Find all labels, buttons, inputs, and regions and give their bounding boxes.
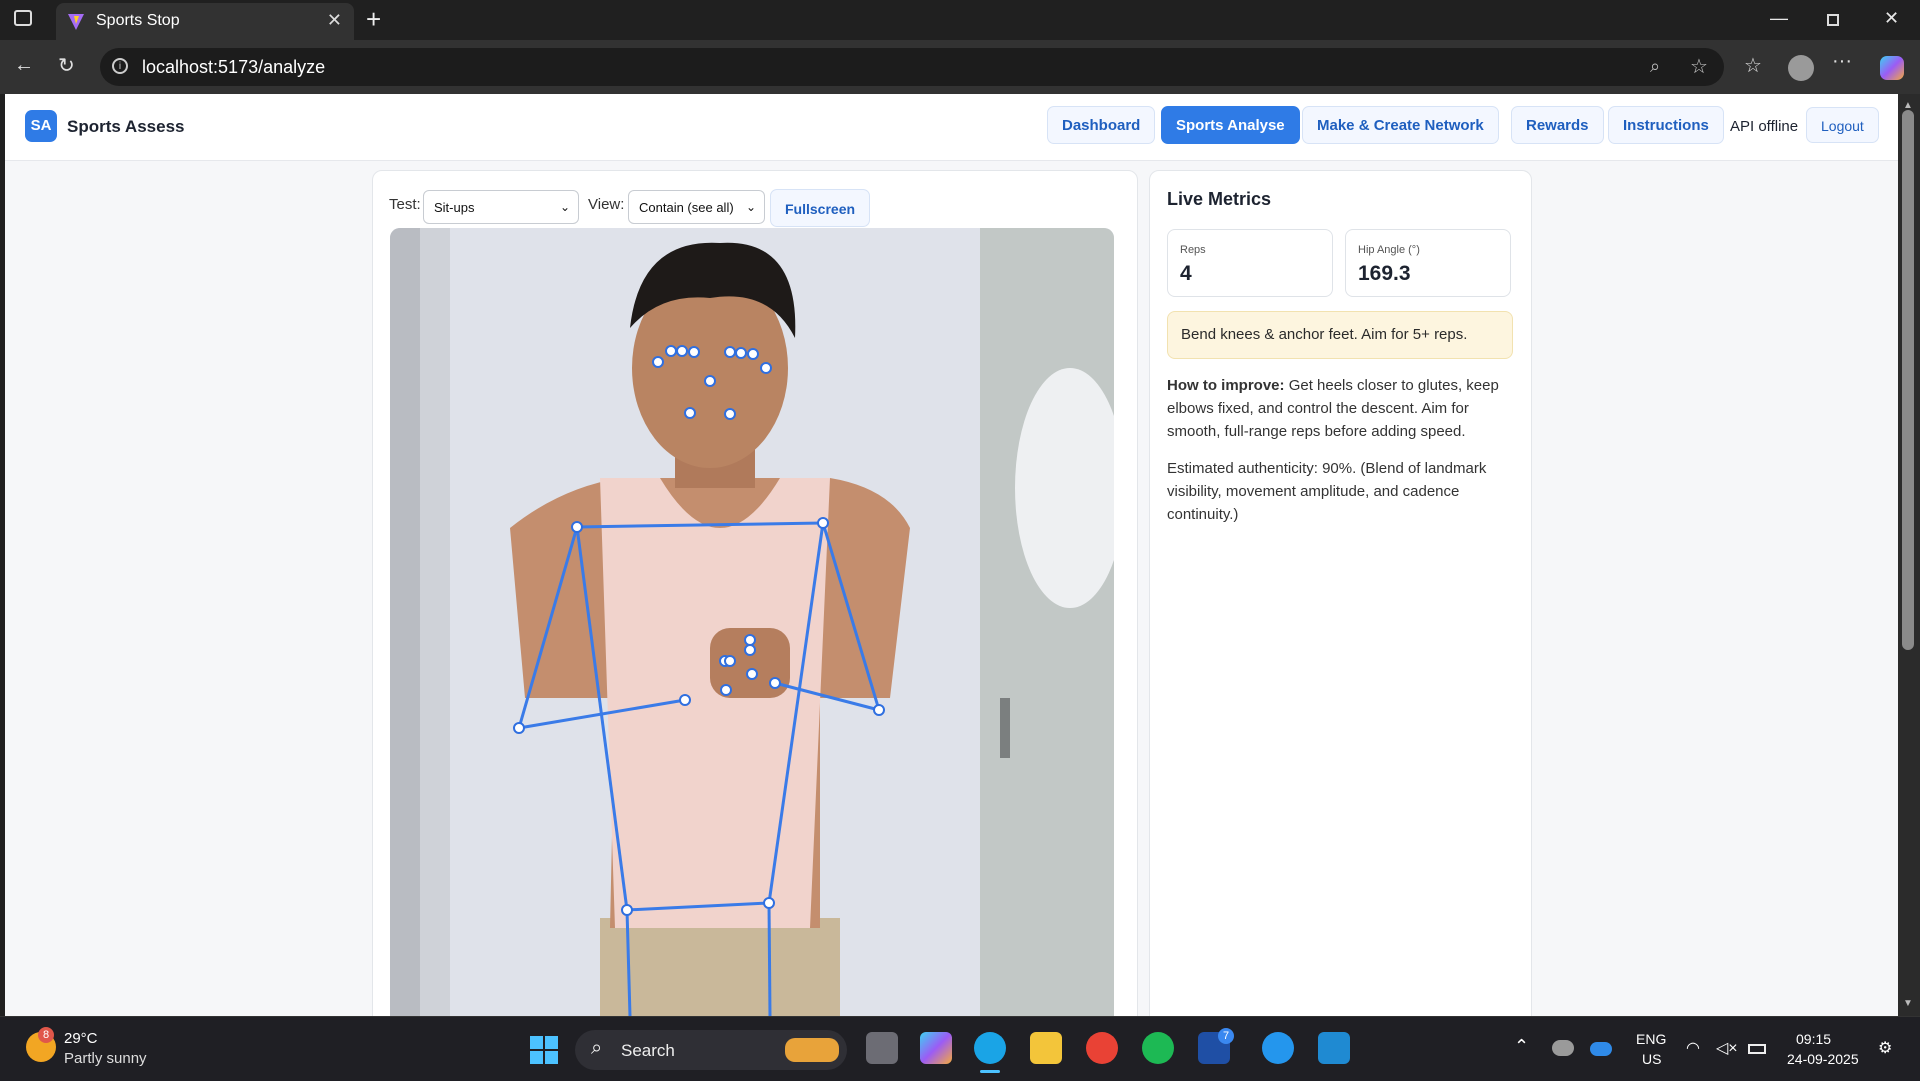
tray-cloud-error-icon[interactable] bbox=[1552, 1040, 1574, 1056]
nav-sports-analyse-button[interactable]: Sports Analyse bbox=[1161, 106, 1300, 144]
nav-instructions-button[interactable]: Instructions bbox=[1608, 106, 1724, 144]
authenticity-text: Estimated authenticity: 90%. (Blend of l… bbox=[1167, 460, 1487, 523]
chrome-icon[interactable] bbox=[1086, 1032, 1118, 1064]
region-label[interactable]: US bbox=[1642, 1051, 1661, 1067]
reps-label: Reps bbox=[1180, 244, 1206, 256]
l-app-badge: 7 bbox=[1218, 1028, 1234, 1044]
search-icon: ⌕ bbox=[591, 1037, 603, 1059]
battery-icon[interactable] bbox=[1748, 1044, 1766, 1054]
favorite-star-icon[interactable]: ☆ bbox=[1690, 54, 1708, 79]
docker-icon[interactable] bbox=[1262, 1032, 1294, 1064]
onedrive-icon[interactable] bbox=[1590, 1042, 1612, 1056]
minimize-icon[interactable]: — bbox=[1770, 8, 1788, 29]
new-tab-icon[interactable]: + bbox=[366, 4, 381, 35]
api-status: API offline bbox=[1730, 118, 1799, 135]
metrics-title: Live Metrics bbox=[1167, 189, 1272, 209]
improve-heading: How to improve: bbox=[1167, 377, 1285, 394]
weather-badge: 8 bbox=[38, 1027, 54, 1043]
nav-network-button[interactable]: Make & Create Network bbox=[1302, 106, 1499, 144]
browser-tab[interactable]: Sports Stop ✕ bbox=[56, 3, 354, 40]
file-explorer-icon[interactable] bbox=[1030, 1032, 1062, 1064]
scrollbar-thumb[interactable] bbox=[1902, 110, 1914, 650]
profile-avatar[interactable] bbox=[1788, 55, 1814, 81]
active-app-indicator bbox=[980, 1070, 1000, 1073]
reps-value: 4 bbox=[1180, 262, 1192, 285]
windows-start-icon[interactable] bbox=[530, 1036, 558, 1064]
test-select[interactable]: Sit-ups ⌄ bbox=[423, 190, 579, 224]
zoom-icon[interactable]: ⌕ bbox=[1650, 56, 1660, 77]
coaching-tip: Bend knees & anchor feet. Aim for 5+ rep… bbox=[1167, 311, 1513, 359]
nav-dashboard-button[interactable]: Dashboard bbox=[1047, 106, 1156, 144]
edge-icon[interactable] bbox=[974, 1032, 1006, 1064]
weather-desc: Partly sunny bbox=[64, 1050, 147, 1067]
url-text: localhost:5173/analyze bbox=[142, 57, 326, 77]
vscode-icon[interactable] bbox=[1318, 1032, 1350, 1064]
hip-angle-label: Hip Angle (°) bbox=[1358, 244, 1420, 256]
tab-title: Sports Stop bbox=[96, 12, 180, 29]
site-info-icon[interactable]: i bbox=[112, 58, 128, 74]
restore-icon[interactable] bbox=[1827, 14, 1839, 26]
reps-card: Reps 4 bbox=[1167, 229, 1333, 297]
hip-angle-card: Hip Angle (°) 169.3 bbox=[1345, 229, 1511, 297]
more-menu-icon[interactable]: ··· bbox=[1832, 50, 1852, 73]
view-select[interactable]: Contain (see all) ⌄ bbox=[628, 190, 765, 224]
scroll-down-icon[interactable]: ▼ bbox=[1903, 998, 1913, 1009]
close-window-icon[interactable]: ✕ bbox=[1884, 8, 1899, 29]
pose-video-frame bbox=[390, 228, 1114, 1016]
address-bar[interactable]: i localhost:5173/analyze ⌕ ☆ bbox=[100, 48, 1724, 86]
taskbar-search[interactable]: ⌕ Search bbox=[575, 1030, 847, 1070]
back-icon[interactable]: ← bbox=[14, 54, 34, 77]
favorites-icon[interactable]: ☆ bbox=[1744, 53, 1762, 78]
task-view-icon[interactable] bbox=[866, 1032, 898, 1064]
clock-date[interactable]: 24-09-2025 bbox=[1787, 1051, 1859, 1067]
reload-icon[interactable]: ↻ bbox=[58, 53, 75, 78]
volume-muted-icon[interactable]: ◁× bbox=[1716, 1038, 1738, 1058]
search-highlight-icon bbox=[785, 1038, 839, 1062]
spotify-icon[interactable] bbox=[1142, 1032, 1174, 1064]
chevron-down-icon: ⌄ bbox=[745, 200, 756, 214]
tray-chevron-icon[interactable]: ⌃ bbox=[1514, 1036, 1529, 1057]
nav-rewards-button[interactable]: Rewards bbox=[1511, 106, 1604, 144]
language-label[interactable]: ENG bbox=[1636, 1031, 1666, 1047]
pose-video-canvas[interactable] bbox=[390, 228, 1114, 1016]
weather-temp: 29°C bbox=[64, 1030, 98, 1047]
tab-close-icon[interactable]: ✕ bbox=[327, 10, 342, 31]
notifications-icon[interactable]: ⚙ bbox=[1878, 1038, 1892, 1058]
vite-favicon-icon bbox=[68, 14, 84, 30]
search-label: Search bbox=[621, 1041, 675, 1060]
tab-actions-icon[interactable] bbox=[14, 10, 32, 26]
improvement-text: How to improve: Get heels closer to glut… bbox=[1167, 374, 1513, 443]
wifi-icon[interactable]: ◠ bbox=[1686, 1038, 1700, 1058]
chevron-down-icon: ⌄ bbox=[559, 200, 570, 214]
brand-name: Sports Assess bbox=[67, 117, 185, 136]
fullscreen-button[interactable]: Fullscreen bbox=[770, 189, 871, 227]
web-page: SA Sports Assess Dashboard Sports Analys… bbox=[5, 94, 1898, 1016]
view-select-value: Contain (see all) bbox=[639, 200, 734, 215]
test-select-value: Sit-ups bbox=[434, 200, 475, 215]
logout-button[interactable]: Logout bbox=[1806, 107, 1879, 143]
hip-angle-value: 169.3 bbox=[1358, 262, 1411, 285]
clock-time[interactable]: 09:15 bbox=[1796, 1031, 1831, 1047]
test-label: Test: bbox=[389, 196, 421, 213]
copilot-app-icon[interactable] bbox=[920, 1032, 952, 1064]
app-logo: SA bbox=[25, 110, 57, 142]
copilot-icon[interactable] bbox=[1880, 56, 1904, 80]
windows-taskbar bbox=[0, 1016, 1920, 1081]
view-label: View: bbox=[588, 196, 625, 213]
